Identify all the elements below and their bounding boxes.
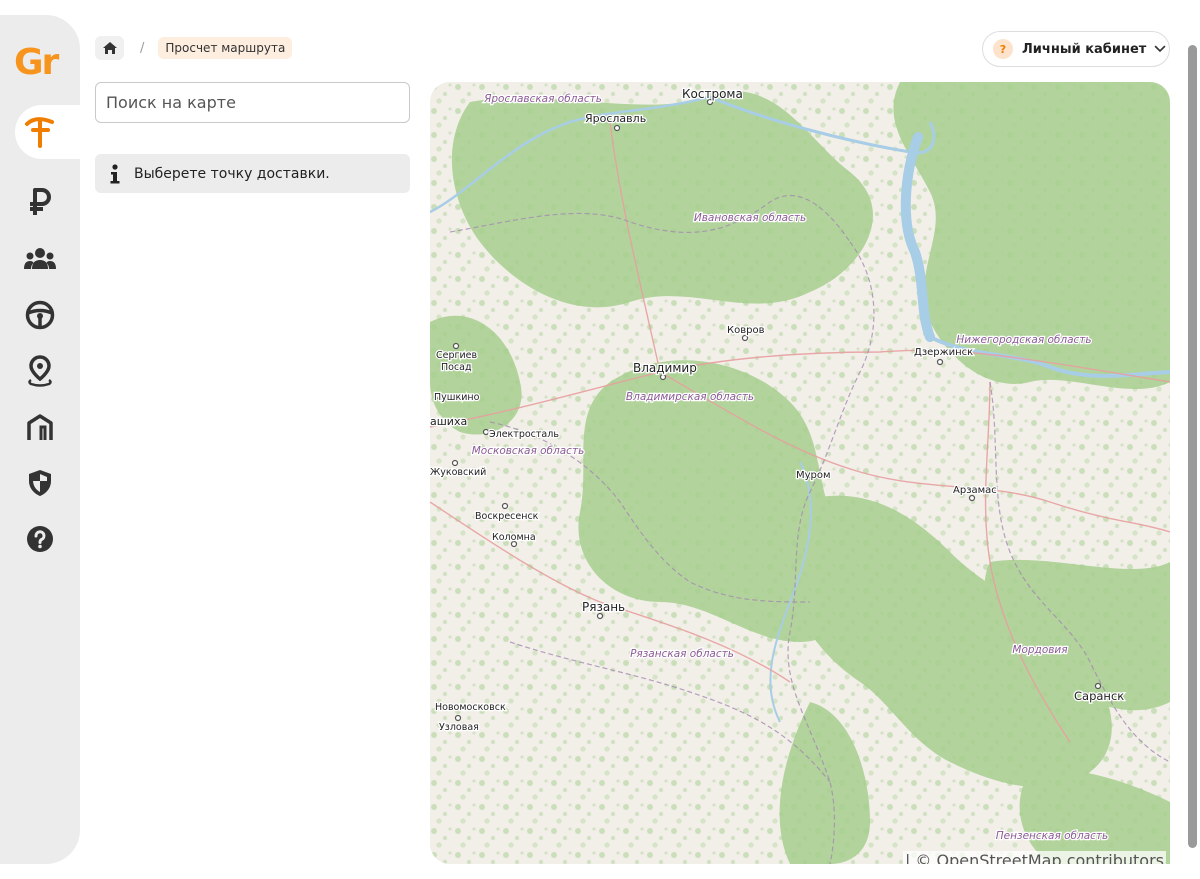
home-icon <box>102 42 117 54</box>
map-view[interactable]: Кострома Ярославль Ковров Владимир Дзерж… <box>430 82 1170 864</box>
city-label-pushkino: Пушкино <box>434 392 480 403</box>
steering-wheel-icon <box>25 300 55 330</box>
shield-icon <box>29 470 51 496</box>
city-label-uzlovaya: Узловая <box>439 722 479 733</box>
city-label-kostroma: Кострома <box>682 87 743 101</box>
info-text: Выберете точку доставки. <box>134 165 330 182</box>
account-label: Личный кабинет <box>1022 41 1147 57</box>
region-label-mordovia: Мордовия <box>1012 644 1067 656</box>
city-label-posad: Посад <box>441 362 472 373</box>
route-icon <box>25 117 54 148</box>
city-label-yaroslavl: Ярославль <box>585 112 646 125</box>
region-label-yaroslavl: Ярославская область <box>483 93 602 105</box>
sidebar-item-users[interactable] <box>20 239 60 279</box>
city-label-dzerzhinsk: Дзержинск <box>914 347 973 358</box>
sidebar-item-warehouses[interactable] <box>20 407 60 447</box>
sidebar-item-security[interactable] <box>20 463 60 503</box>
account-button[interactable]: ? Личный кабинет <box>982 31 1170 67</box>
logo[interactable]: Gr <box>14 45 68 81</box>
city-label-murom: Муром <box>796 470 831 481</box>
breadcrumb-separator: / <box>140 40 145 56</box>
page-scrollbar[interactable] <box>1188 45 1197 848</box>
city-label-kovrov: Ковров <box>727 325 765 336</box>
info-icon <box>110 163 120 183</box>
warehouse-icon <box>27 414 53 440</box>
sidebar-item-points[interactable] <box>20 351 60 391</box>
city-label-ryazan: Рязань <box>582 600 625 614</box>
app-root: Gr / Просчет маршрута ? Личный кабинет П… <box>0 0 1200 879</box>
map-search-input[interactable] <box>95 82 410 123</box>
city-label-kolomna: Коломна <box>492 532 536 543</box>
city-label-elektrostal: Электросталь <box>489 429 559 440</box>
map-attribution[interactable]: | © OpenStreetMap contributors <box>902 851 1166 864</box>
sidebar-item-drivers[interactable] <box>20 295 60 335</box>
city-label-zhukovsky: Жуковский <box>430 467 486 478</box>
region-label-ivanovo: Ивановская область <box>694 212 806 224</box>
chevron-down-icon <box>1155 45 1166 53</box>
city-label-voskresensk: Воскресенск <box>475 511 539 522</box>
help-icon <box>27 526 53 552</box>
breadcrumb-current[interactable]: Просчет маршрута <box>158 37 293 59</box>
city-label-sergiev: Сергиев <box>436 350 478 361</box>
region-label-nizhny: Нижегородская область <box>956 334 1091 346</box>
region-label-ryazan: Рязанская область <box>630 648 734 660</box>
city-label-novomoskovsk: Новомосковск <box>435 702 506 713</box>
info-message: Выберете точку доставки. <box>95 154 410 193</box>
city-label-saransk: Саранск <box>1074 689 1124 703</box>
help-badge: ? <box>993 39 1013 59</box>
city-label-balashikha: ашиха <box>430 415 467 428</box>
sidebar: Gr <box>0 15 85 864</box>
region-label-vladimir: Владимирская область <box>626 391 754 403</box>
city-label-vladimir: Владимир <box>633 361 697 375</box>
sidebar-item-finance[interactable] <box>20 182 60 222</box>
ruble-icon <box>30 188 51 215</box>
sidebar-item-help[interactable] <box>20 519 60 559</box>
breadcrumb-home[interactable] <box>95 36 124 60</box>
city-label-arzamas: Арзамас <box>953 485 997 496</box>
region-label-penza: Пензенская область <box>996 830 1108 842</box>
breadcrumb: / Просчет маршрута <box>95 36 293 60</box>
sidebar-item-route[interactable] <box>20 112 60 152</box>
users-icon <box>24 248 56 269</box>
map-canvas[interactable]: Кострома Ярославль Ковров Владимир Дзерж… <box>430 82 1170 864</box>
map-pin-icon <box>28 355 52 387</box>
region-label-moscow: Московская область <box>472 445 585 457</box>
